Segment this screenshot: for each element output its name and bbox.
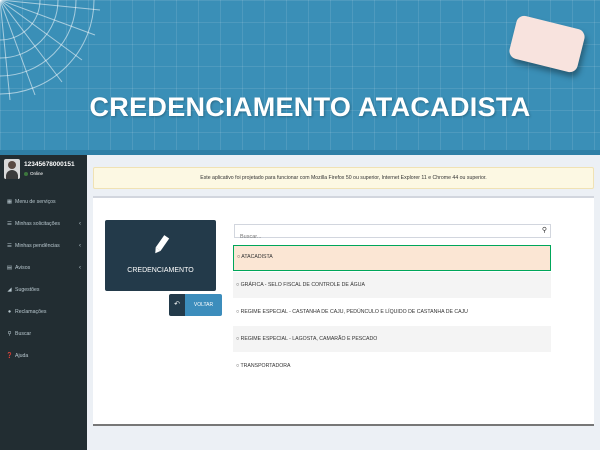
calendar-icon: ▤ [6, 265, 13, 271]
radio-icon: ○ [237, 254, 241, 260]
sidebar-item-sugestoes[interactable]: ◢ Sugestões [0, 279, 87, 301]
user-panel: 12345678000151 Online [0, 155, 87, 187]
tile-title: CREDENCIAMENTO [127, 267, 194, 274]
content-card: CREDENCIAMENTO ↶ VOLTAR ⚲ ○ ATACADISTA ○… [93, 196, 594, 424]
radio-icon: ○ [236, 282, 240, 288]
sidebar-menu: ▦ Menu de serviços ☰ Minhas solicitações ‹… [0, 191, 87, 367]
search-box: ⚲ [234, 224, 551, 243]
grid-icon: ▦ [6, 199, 13, 205]
radio-icon: ○ [236, 336, 240, 342]
header-banner: CREDENCIAMENTO ATACADISTA [0, 0, 600, 155]
option-grafica[interactable]: ○ GRÁFICA - SELO FISCAL DE CONTROLE DE Á… [233, 272, 551, 298]
list-icon: ☰ [7, 221, 12, 227]
sidebar-item-minhas-solicitacoes[interactable]: ☰ Minhas solicitações ‹ [0, 213, 87, 235]
back-button[interactable]: ↶ VOLTAR [169, 294, 222, 316]
back-arrow-icon: ↶ [169, 294, 185, 316]
online-status-dot-icon [24, 171, 28, 176]
sidebar-item-reclamacoes[interactable]: ● Reclamações [0, 301, 87, 323]
main-content: Este aplicativo foi projetado para funci… [87, 155, 600, 450]
pencil-icon [155, 235, 170, 254]
option-list: ○ ATACADISTA ○ GRÁFICA - SELO FISCAL DE … [233, 245, 551, 380]
sidebar-item-minhas-pendencias[interactable]: ☰ Minhas pendências ‹ [0, 235, 87, 257]
sidebar-item-buscar[interactable]: ⚲ Buscar [0, 323, 87, 345]
search-input[interactable] [235, 231, 525, 243]
credenciamento-tile: CREDENCIAMENTO [105, 220, 216, 291]
sidebar-item-ajuda[interactable]: ❓ Ajuda [0, 345, 87, 367]
user-name: 12345678000151 [24, 161, 75, 168]
option-castanha-caju[interactable]: ○ REGIME ESPECIAL - CASTANHA DE CAJU, PE… [233, 299, 551, 325]
radio-icon: ○ [236, 309, 240, 315]
user-status: Online [24, 171, 43, 176]
chevron-left-icon: ‹ [79, 243, 81, 249]
avatar [4, 159, 20, 179]
chevron-left-icon: ‹ [79, 221, 81, 227]
page-title: CREDENCIAMENTO ATACADISTA [89, 92, 531, 122]
option-transportadora[interactable]: ○ TRANSPORTADORA [233, 353, 551, 379]
search-icon[interactable]: ⚲ [542, 226, 547, 234]
browser-notice: Este aplicativo foi projetado para funci… [93, 167, 594, 189]
sidebar: 12345678000151 Online ▦ Menu de serviços … [0, 155, 87, 450]
option-atacadista[interactable]: ○ ATACADISTA [233, 245, 551, 271]
sidebar-item-avisos[interactable]: ▤ Avisos ‹ [0, 257, 87, 279]
users-icon: ● [7, 309, 12, 315]
chevron-left-icon: ‹ [79, 265, 81, 271]
search-icon: ⚲ [7, 331, 12, 337]
list-icon: ☰ [7, 243, 12, 249]
option-lagosta[interactable]: ○ REGIME ESPECIAL - LAGOSTA, CAMARÃO E P… [233, 326, 551, 352]
radio-icon: ○ [236, 363, 240, 369]
bullhorn-icon: ◢ [7, 287, 12, 293]
back-button-label: VOLTAR [185, 294, 222, 316]
sidebar-item-menu-servicos[interactable]: ▦ Menu de serviços [0, 191, 87, 213]
help-icon: ❓ [6, 353, 13, 359]
